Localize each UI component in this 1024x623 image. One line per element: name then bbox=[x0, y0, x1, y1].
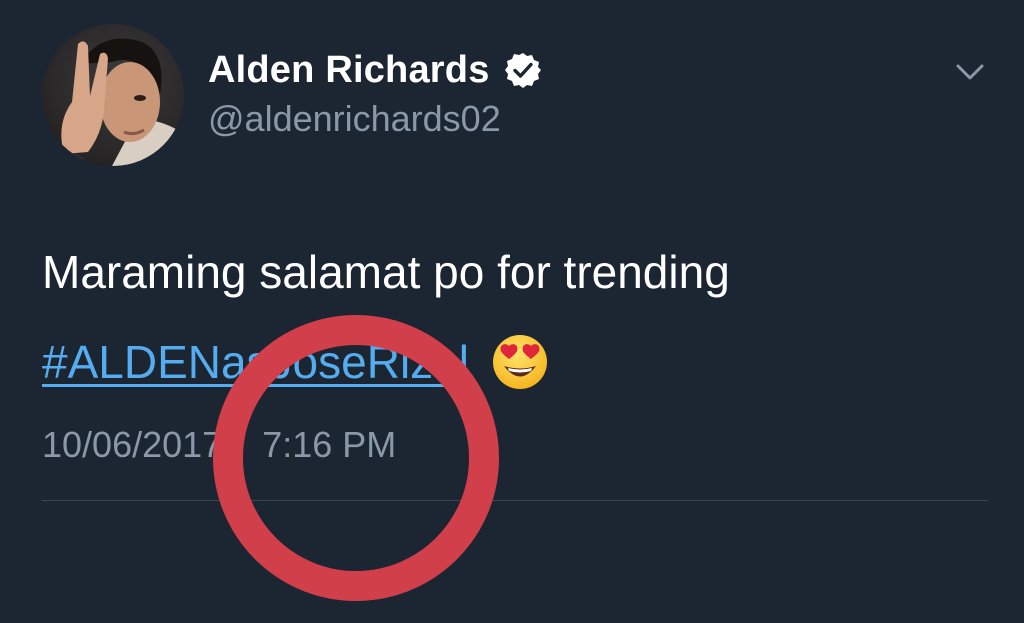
hashtag-link[interactable]: #ALDENasJoseRizal bbox=[42, 335, 469, 389]
tweet-hashtag-line: #ALDENasJoseRizal bbox=[42, 330, 549, 394]
chevron-down-icon[interactable] bbox=[950, 56, 990, 88]
tweet-date: 10/06/2017 bbox=[42, 424, 223, 465]
heart-eyes-emoji-icon bbox=[491, 333, 549, 391]
display-name[interactable]: Alden Richards bbox=[208, 49, 490, 92]
tweet-card: Alden Richards @aldenrichards02 Maraming… bbox=[0, 0, 1024, 601]
divider bbox=[42, 500, 988, 501]
user-handle[interactable]: @aldenrichards02 bbox=[208, 98, 501, 140]
author-name-row[interactable]: Alden Richards bbox=[208, 44, 542, 96]
tweet-text: Maraming salamat po for trending bbox=[42, 246, 730, 298]
tweet-timestamp: 10/06/2017 7:16 PM bbox=[42, 424, 396, 466]
avatar[interactable] bbox=[42, 24, 184, 166]
tweet-time: 7:16 PM bbox=[262, 424, 397, 465]
verified-badge-icon bbox=[504, 51, 542, 89]
